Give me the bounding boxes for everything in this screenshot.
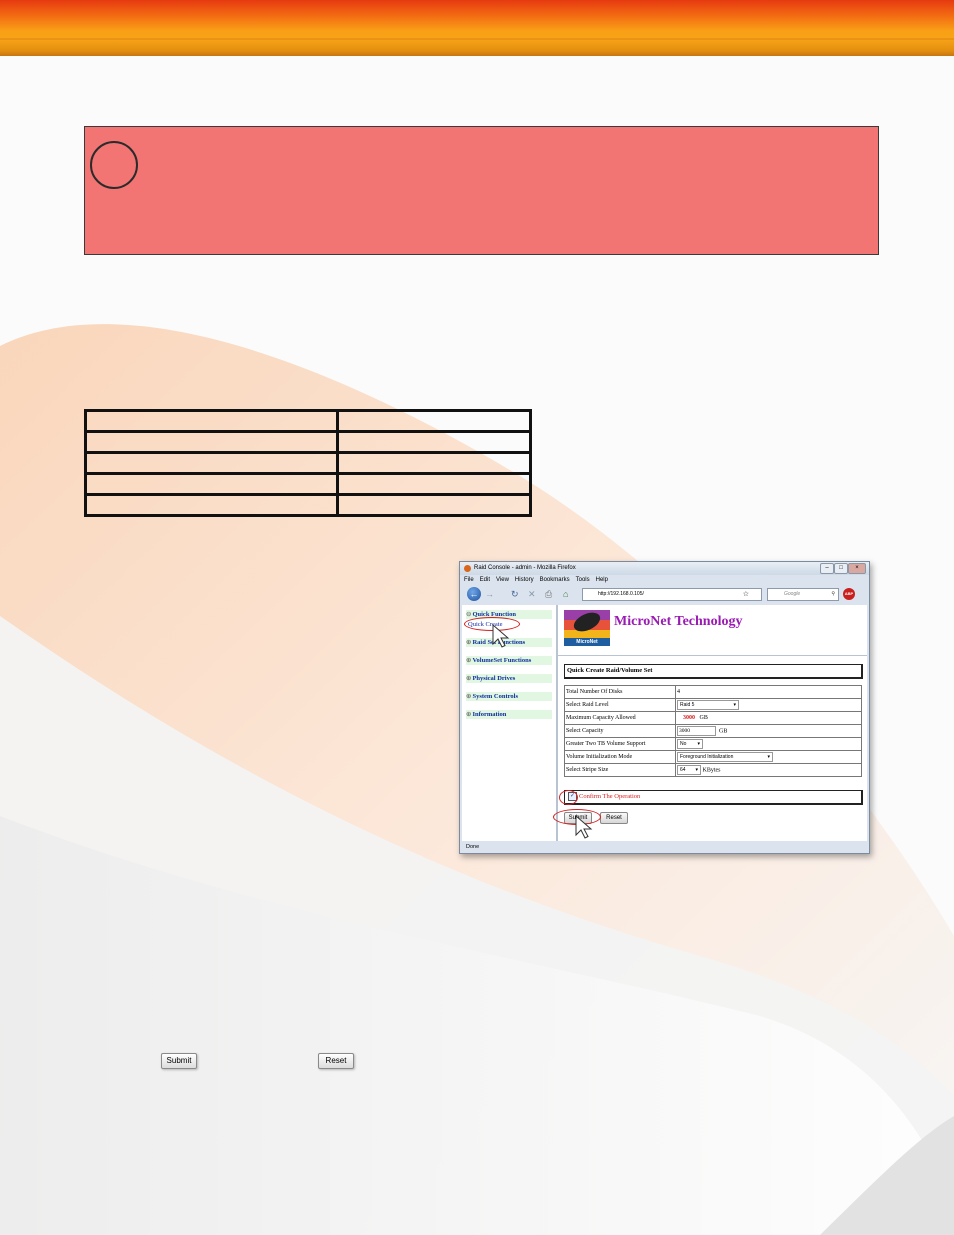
menu-view[interactable]: View xyxy=(496,577,509,583)
minimize-button[interactable]: – xyxy=(820,563,834,574)
menu-file[interactable]: File xyxy=(464,577,474,583)
form-row: Select Capacity 3000 GB xyxy=(564,724,862,738)
form-row: Total Number Of Disks 4 xyxy=(564,685,862,699)
stripe-size-select[interactable]: 64 xyxy=(677,765,701,775)
raid-level-select[interactable]: Raid 5 xyxy=(677,700,739,710)
quick-create-form: Total Number Of Disks 4 Select Raid Level… xyxy=(564,685,862,777)
stop-icon[interactable]: ✕ xyxy=(528,589,536,599)
menu-tools[interactable]: Tools xyxy=(576,577,590,583)
expand-icon: ⊕ xyxy=(466,693,472,700)
status-bar: Done xyxy=(460,841,869,853)
form-title: Quick Create Raid/Volume Set xyxy=(564,664,863,679)
table-row xyxy=(84,430,532,454)
maximize-button[interactable]: □ xyxy=(834,563,848,574)
brand-name: MicroNet Technology xyxy=(614,614,743,629)
firefox-icon xyxy=(464,565,471,572)
menu-help[interactable]: Help xyxy=(596,577,608,583)
expand-icon: ⊕ xyxy=(466,657,472,664)
page-content: ⊖Quick Function Quick Create ⊕Raid Set F… xyxy=(462,605,867,841)
table-row xyxy=(84,451,532,475)
menu-edit[interactable]: Edit xyxy=(480,577,490,583)
table-row xyxy=(84,409,532,433)
search-placeholder: Google xyxy=(784,591,801,597)
menu-history[interactable]: History xyxy=(515,577,534,583)
nav-toolbar: ← → ↻ ✕ ⎙ ⌂ http://192.168.0.105/ ☆ Goog… xyxy=(460,586,869,602)
reset-button[interactable]: Reset xyxy=(318,1053,354,1069)
warning-box xyxy=(84,126,879,255)
expand-icon: ⊕ xyxy=(466,711,472,718)
reload-icon[interactable]: ↻ xyxy=(511,589,519,599)
address-bar[interactable]: http://192.168.0.105/ ☆ xyxy=(582,588,762,601)
sidebar: ⊖Quick Function Quick Create ⊕Raid Set F… xyxy=(462,605,558,841)
header-band xyxy=(0,0,954,56)
window-title: Raid Console - admin - Mozilla Firefox xyxy=(474,565,576,571)
micronet-logo: MicroNet xyxy=(564,610,610,646)
sidebar-item-physical-drives[interactable]: ⊕Physical Drives xyxy=(466,674,552,683)
submit-button[interactable]: Submit xyxy=(161,1053,197,1069)
printer-icon[interactable]: ⎙ xyxy=(545,589,552,599)
divider xyxy=(558,655,867,656)
form-row: Select Stripe Size64 KBytes xyxy=(564,763,862,777)
highlight-oval xyxy=(559,790,578,805)
spec-table xyxy=(84,409,532,517)
form-row: Maximum Capacity Allowed 3000 GB xyxy=(564,711,862,725)
form-row: Greater Two TB Volume Support No xyxy=(564,737,862,751)
main-panel: MicroNet MicroNet Technology Quick Creat… xyxy=(553,605,867,841)
browser-window-screenshot: Raid Console - admin - Mozilla Firefox –… xyxy=(459,561,870,854)
close-button[interactable]: × xyxy=(848,563,866,574)
status-text: Done xyxy=(466,844,480,850)
expand-icon: ⊕ xyxy=(466,675,472,682)
mouse-cursor-icon xyxy=(575,815,593,839)
sidebar-item-volumeset[interactable]: ⊕VolumeSet Functions xyxy=(466,656,552,665)
form-row: Volume Initialization Mode Foreground Ini… xyxy=(564,750,862,764)
sidebar-item-system-controls[interactable]: ⊕System Controls xyxy=(466,692,552,701)
mouse-cursor-icon xyxy=(492,624,510,648)
two-tb-support-select[interactable]: No xyxy=(677,739,703,749)
confirm-row: ✓ Confirm The Operation xyxy=(564,790,863,805)
search-icon[interactable]: ⚲ xyxy=(831,589,835,600)
warning-icon xyxy=(90,141,138,189)
forward-arrow-icon[interactable]: → xyxy=(485,589,494,599)
url-text: http://192.168.0.105/ xyxy=(598,591,644,597)
capacity-unit: GB xyxy=(719,728,728,735)
menu-bar: File Edit View History Bookmarks Tools Help xyxy=(460,575,869,585)
table-row xyxy=(84,472,532,496)
collapse-icon: ⊖ xyxy=(466,611,472,618)
sidebar-item-information[interactable]: ⊕Information xyxy=(466,710,552,719)
star-icon[interactable]: ☆ xyxy=(743,589,749,600)
capacity-input[interactable]: 3000 xyxy=(677,726,716,736)
back-arrow-icon[interactable]: ← xyxy=(467,587,481,601)
init-mode-select[interactable]: Foreground Initialization xyxy=(677,752,773,762)
max-capacity-value: 3000 xyxy=(683,715,695,721)
stripe-size-unit: KBytes xyxy=(702,767,721,774)
adblock-icon[interactable]: ABP xyxy=(843,588,855,600)
form-reset-button[interactable]: Reset xyxy=(600,812,628,824)
expand-icon: ⊕ xyxy=(466,639,472,646)
max-capacity-unit: GB xyxy=(699,715,708,721)
home-icon[interactable]: ⌂ xyxy=(563,589,568,599)
table-row xyxy=(84,493,532,517)
confirm-label: Confirm The Operation xyxy=(579,793,641,800)
disk-count: 4 xyxy=(677,689,680,695)
menu-bookmarks[interactable]: Bookmarks xyxy=(540,577,570,583)
form-row: Select Raid Level Raid 5 xyxy=(564,698,862,712)
window-titlebar: Raid Console - admin - Mozilla Firefox –… xyxy=(460,562,869,575)
search-box[interactable]: Google ⚲ xyxy=(767,588,839,601)
